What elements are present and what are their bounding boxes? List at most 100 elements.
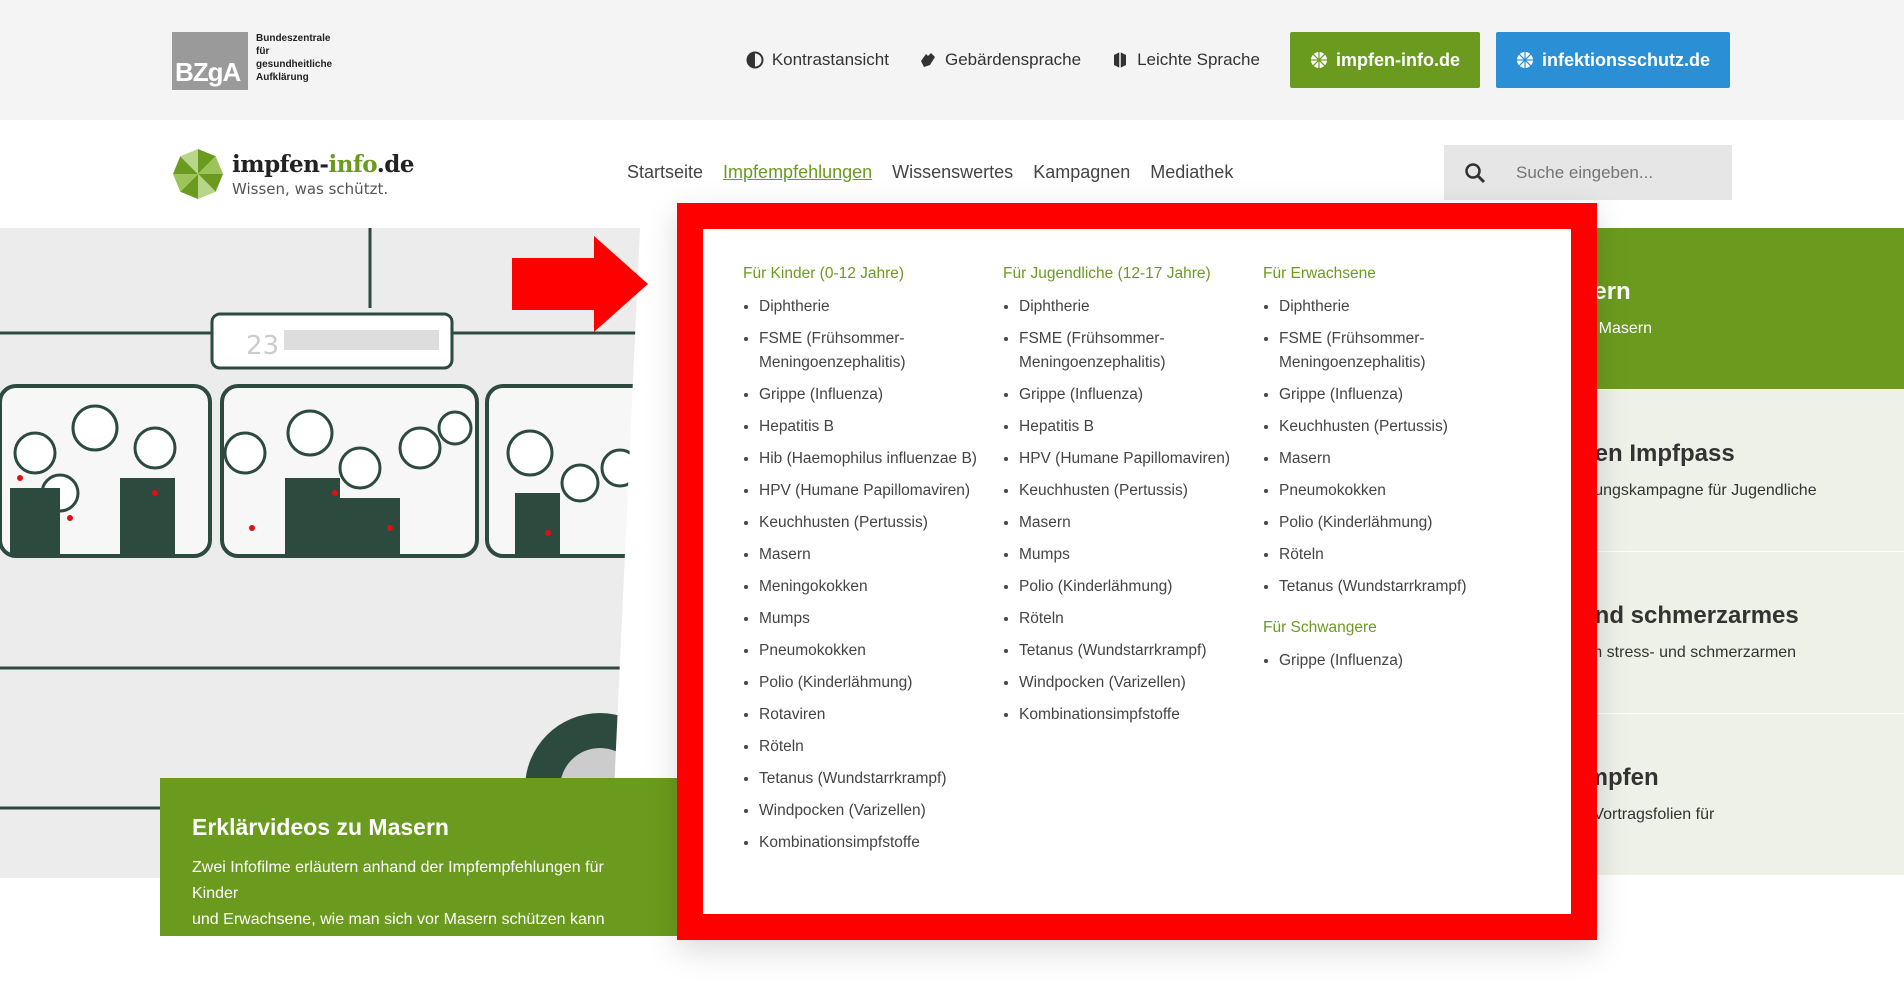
menu-item[interactable]: Hepatitis B bbox=[759, 415, 1003, 439]
site-slogan: Wissen, was schützt. bbox=[232, 179, 389, 198]
main-nav: Startseite Impfempfehlungen Wissenswerte… bbox=[627, 162, 1253, 183]
menu-item[interactable]: Windpocken (Varizellen) bbox=[1019, 671, 1263, 695]
logo-part: .de bbox=[376, 150, 415, 178]
menu-list-jugendliche: Diphtherie FSME (Frühsommer-Meningoenzep… bbox=[1003, 295, 1263, 727]
teaser-text: und Erwachsene, wie man sich vor Masern … bbox=[192, 911, 605, 928]
menu-item[interactable]: Hib (Haemophilus influenzae B) bbox=[759, 447, 1003, 471]
menu-item[interactable]: Masern bbox=[1019, 511, 1263, 535]
menu-item[interactable]: Röteln bbox=[1279, 543, 1523, 567]
side-teaser-text: or Masern bbox=[1580, 320, 1653, 337]
site-logo[interactable]: impfen-info.de Wissen, was schützt. bbox=[172, 148, 414, 200]
search-box bbox=[1444, 145, 1732, 200]
menu-item[interactable]: Tetanus (Wundstarrkrampf) bbox=[759, 767, 1003, 791]
nav-wissenswertes[interactable]: Wissenswertes bbox=[892, 162, 1013, 183]
menu-column-jugendliche: Für Jugendliche (12-17 Jahre) Diphtherie… bbox=[1003, 265, 1263, 914]
nav-startseite[interactable]: Startseite bbox=[627, 162, 703, 183]
menu-item[interactable]: Masern bbox=[1279, 447, 1523, 471]
easy-language-link[interactable]: Leichte Sprache bbox=[1111, 50, 1260, 70]
menu-item[interactable]: Grippe (Influenza) bbox=[759, 383, 1003, 407]
menu-item[interactable]: Rotaviren bbox=[759, 703, 1003, 727]
menu-item[interactable]: Diphtherie bbox=[1019, 295, 1263, 319]
menu-item[interactable]: Polio (Kinderlähmung) bbox=[1279, 511, 1523, 535]
side-teaser-schmerzarm[interactable]: und schmerzarmes um stress- und schmerza… bbox=[1560, 552, 1904, 714]
search-input[interactable] bbox=[1516, 162, 1716, 183]
menu-item[interactable]: Mumps bbox=[759, 607, 1003, 631]
side-teaser-impfen[interactable]: Impfen t: Vortragsfolien für bbox=[1560, 714, 1904, 876]
menu-item[interactable]: Kombinationsimpfstoffe bbox=[1019, 703, 1263, 727]
sign-language-link[interactable]: Gebärdensprache bbox=[919, 50, 1081, 70]
impfen-info-button[interactable]: impfen-info.de bbox=[1289, 32, 1480, 88]
top-utility-bar: BZgA Bundeszentrale für gesundheitliche … bbox=[0, 0, 1904, 120]
site-logo-text: impfen-info.de Wissen, was schützt. bbox=[232, 151, 414, 198]
menu-item[interactable]: HPV (Humane Papillomaviren) bbox=[759, 479, 1003, 503]
menu-item[interactable]: Keuchhusten (Pertussis) bbox=[1019, 479, 1263, 503]
teaser-text: Zwei Infofilme erläutern anhand der Impf… bbox=[192, 859, 604, 902]
impfen-logo-icon bbox=[1310, 52, 1327, 68]
menu-item[interactable]: Mumps bbox=[1019, 543, 1263, 567]
infektionsschutz-button-label: infektionsschutz.de bbox=[1541, 49, 1710, 70]
menu-item[interactable]: Tetanus (Wundstarrkrampf) bbox=[1279, 575, 1523, 599]
impfempfehlungen-mega-menu: Für Kinder (0-12 Jahre) Diphtherie FSME … bbox=[677, 203, 1597, 940]
side-teaser-impfpass[interactable]: den Impfpass ärungskampagne für Jugendli… bbox=[1560, 390, 1904, 552]
search-icon[interactable] bbox=[1464, 162, 1486, 184]
menu-item[interactable]: FSME (Frühsommer-Meningoenzephalitis) bbox=[1279, 327, 1523, 375]
menu-item[interactable]: Polio (Kinderlähmung) bbox=[1019, 575, 1263, 599]
menu-item[interactable]: Keuchhusten (Pertussis) bbox=[759, 511, 1003, 535]
menu-item[interactable]: FSME (Frühsommer-Meningoenzephalitis) bbox=[759, 327, 1003, 375]
menu-column-kinder: Für Kinder (0-12 Jahre) Diphtherie FSME … bbox=[743, 265, 1003, 914]
menu-item[interactable]: Tetanus (Wundstarrkrampf) bbox=[1019, 639, 1263, 663]
side-teaser-title: den Impfpass bbox=[1580, 440, 1735, 467]
menu-item[interactable]: Pneumokokken bbox=[1279, 479, 1523, 503]
menu-item[interactable]: Grippe (Influenza) bbox=[1279, 649, 1523, 673]
menu-item[interactable]: Grippe (Influenza) bbox=[1019, 383, 1263, 407]
menu-item[interactable]: Diphtherie bbox=[759, 295, 1003, 319]
menu-item[interactable]: Windpocken (Varizellen) bbox=[759, 799, 1003, 823]
menu-item[interactable]: Masern bbox=[759, 543, 1003, 567]
side-teasers: sern or Masern den Impfpass ärungskampag… bbox=[1560, 228, 1904, 876]
menu-item[interactable]: Polio (Kinderlähmung) bbox=[759, 671, 1003, 695]
umbrella-logo-icon bbox=[173, 149, 223, 199]
menu-item[interactable]: Röteln bbox=[1019, 607, 1263, 631]
menu-heading-erwachsene[interactable]: Für Erwachsene bbox=[1263, 265, 1523, 283]
menu-item[interactable]: Diphtherie bbox=[1279, 295, 1523, 319]
menu-item[interactable]: FSME (Frühsommer-Meningoenzephalitis) bbox=[1019, 327, 1263, 375]
contrast-link-label: Kontrastansicht bbox=[771, 50, 889, 69]
hero-teaser[interactable]: Erklärvideos zu Masern Zwei Infofilme er… bbox=[160, 778, 680, 936]
menu-heading-jugendliche[interactable]: Für Jugendliche (12-17 Jahre) bbox=[1003, 265, 1263, 283]
nav-mediathek[interactable]: Mediathek bbox=[1150, 162, 1233, 183]
side-teaser-text: um stress- und schmerzarmen bbox=[1580, 644, 1797, 661]
menu-heading-schwangere[interactable]: Für Schwangere bbox=[1263, 619, 1523, 637]
contrast-link[interactable]: Kontrastansicht bbox=[746, 50, 889, 70]
side-teaser-text: ärungskampagne für Jugendliche bbox=[1580, 482, 1817, 499]
bzga-logo[interactable]: BZgA Bundeszentrale für gesundheitliche … bbox=[172, 32, 336, 90]
menu-heading-kinder[interactable]: Für Kinder (0-12 Jahre) bbox=[743, 265, 1003, 283]
nav-kampagnen[interactable]: Kampagnen bbox=[1033, 162, 1130, 183]
menu-item[interactable]: Röteln bbox=[759, 735, 1003, 759]
sign-language-icon bbox=[921, 53, 935, 67]
menu-item[interactable]: Hepatitis B bbox=[1019, 415, 1263, 439]
menu-item[interactable]: Kombinationsimpfstoffe bbox=[759, 831, 1003, 855]
infektionsschutz-button[interactable]: infektionsschutz.de bbox=[1495, 32, 1730, 88]
sign-language-link-label: Gebärdensprache bbox=[945, 50, 1082, 69]
contrast-icon bbox=[746, 51, 764, 69]
menu-column-erwachsene: Für Erwachsene Diphtherie FSME (Frühsomm… bbox=[1263, 265, 1523, 914]
side-teaser-title: Impfen bbox=[1580, 764, 1659, 791]
menu-item[interactable]: HPV (Humane Papillomaviren) bbox=[1019, 447, 1263, 471]
side-teaser-masern[interactable]: sern or Masern bbox=[1560, 228, 1904, 390]
bzga-logo-mark: BZgA bbox=[172, 32, 248, 90]
menu-item[interactable]: Grippe (Influenza) bbox=[1279, 383, 1523, 407]
org-name-line: gesundheitliche bbox=[256, 59, 333, 70]
bus-number: 23 bbox=[246, 331, 279, 361]
nav-impfempfehlungen[interactable]: Impfempfehlungen bbox=[723, 162, 872, 183]
side-teaser-title: und schmerzarmes bbox=[1580, 602, 1799, 629]
menu-item[interactable]: Keuchhusten (Pertussis) bbox=[1279, 415, 1523, 439]
bzga-org-name: Bundeszentrale für gesundheitliche Aufkl… bbox=[256, 32, 336, 84]
menu-list-schwangere: Grippe (Influenza) bbox=[1263, 649, 1523, 673]
menu-item[interactable]: Meningokokken bbox=[759, 575, 1003, 599]
org-name-line: Aufklärung bbox=[256, 72, 309, 83]
menu-list-kinder: Diphtherie FSME (Frühsommer-Meningoenzep… bbox=[743, 295, 1003, 855]
menu-item[interactable]: Pneumokokken bbox=[759, 639, 1003, 663]
logo-part: impfen- bbox=[232, 150, 329, 178]
teaser-title: Erklärvideos zu Masern bbox=[192, 814, 449, 840]
org-name-line: für bbox=[256, 46, 270, 57]
